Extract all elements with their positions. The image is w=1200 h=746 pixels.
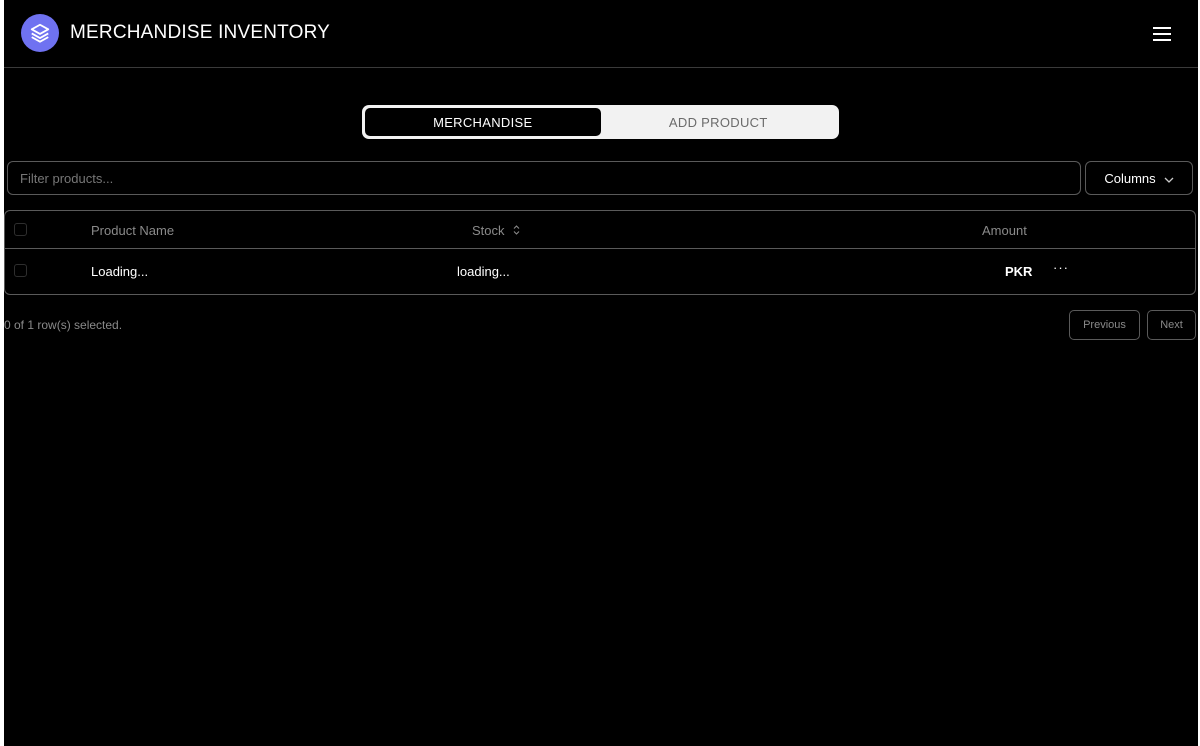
select-all-checkbox[interactable] [14,223,27,236]
filter-products-input[interactable] [7,161,1081,195]
row-product-name: Loading... [91,264,149,279]
table-row: Loading... loading... PKR ··· [5,249,1195,294]
tab-merchandise[interactable]: MERCHANDISE [365,108,601,136]
header-product-name: Product Name [91,223,175,238]
layers-icon [21,14,59,52]
header-stock-sort[interactable]: Stock [472,223,520,238]
previous-page-button[interactable]: Previous [1069,310,1140,340]
hamburger-menu-icon[interactable] [1150,22,1174,46]
sort-icon [513,223,520,238]
columns-button[interactable]: Columns [1085,161,1193,195]
chevron-down-icon [1164,171,1174,186]
row-stock: loading... [457,264,510,279]
app-frame: MERCHANDISE INVENTORY MERCHANDISE ADD PR… [4,0,1198,746]
view-tabs: MERCHANDISE ADD PRODUCT [362,105,839,139]
columns-button-label: Columns [1104,170,1156,186]
table-header-row: Product Name Stock Amount [5,211,1195,249]
row-checkbox[interactable] [14,264,27,277]
app-header: MERCHANDISE INVENTORY [4,0,1198,68]
products-table: Product Name Stock Amount Loading... loa… [4,210,1196,295]
next-page-button[interactable]: Next [1147,310,1196,340]
selection-status: 0 of 1 row(s) selected. [4,318,123,332]
row-actions-more-icon[interactable]: ··· [1051,261,1071,279]
header-amount: Amount [982,223,1027,238]
row-amount: PKR [1005,264,1033,279]
header-stock-label: Stock [472,223,505,238]
app-title: MERCHANDISE INVENTORY [70,22,331,43]
tab-add-product[interactable]: ADD PRODUCT [601,108,837,136]
